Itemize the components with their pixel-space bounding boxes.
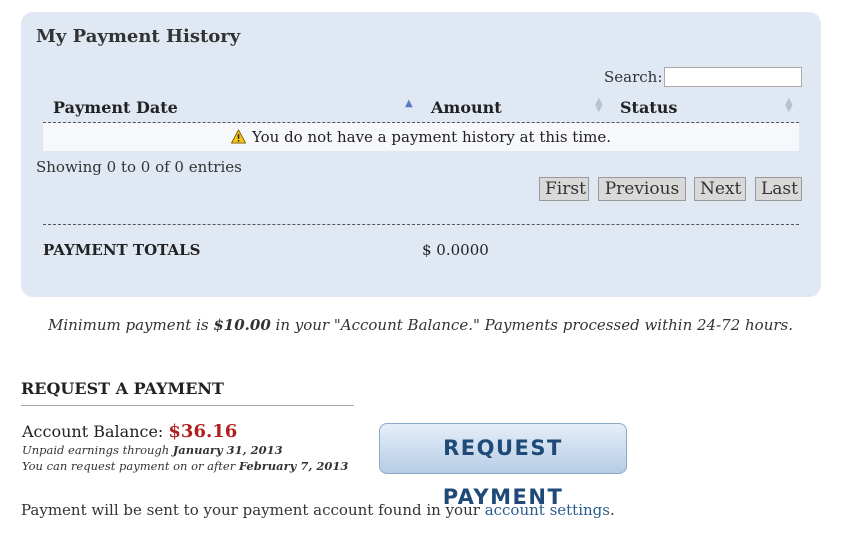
empty-message: You do not have a payment history at thi…	[252, 128, 611, 146]
request-heading-divider	[21, 405, 354, 406]
column-header-payment-date[interactable]: Payment Date	[53, 98, 178, 117]
unpaid-earnings-note: Unpaid earnings through January 31, 2013	[22, 443, 283, 457]
sort-ascending-icon[interactable]: ▲	[405, 98, 413, 109]
request-eligibility-date: February 7, 2013	[238, 459, 349, 473]
search-input[interactable]	[664, 67, 802, 87]
search-label: Search:	[604, 68, 663, 86]
next-page-button[interactable]: Next	[694, 177, 746, 201]
column-header-status[interactable]: Status	[620, 98, 677, 117]
unpaid-earnings-prefix: Unpaid earnings through	[22, 443, 173, 457]
request-eligibility-note: You can request payment on or after Febr…	[22, 459, 348, 473]
payment-history-panel: My Payment History Search: Payment Date …	[21, 12, 821, 297]
account-balance-value: $36.16	[168, 421, 238, 442]
payment-totals-label: PAYMENT TOTALS	[43, 241, 201, 259]
unpaid-earnings-date: January 31, 2013	[172, 443, 283, 457]
minimum-payment-notice: Minimum payment is $10.00 in your "Accou…	[0, 316, 841, 334]
notice-text-after: in your "Account Balance." Payments proc…	[270, 316, 793, 334]
request-payment-heading: REQUEST A PAYMENT	[21, 379, 224, 398]
warning-icon	[231, 129, 247, 144]
last-page-button[interactable]: Last	[755, 177, 802, 201]
previous-page-button[interactable]: Previous	[598, 177, 686, 201]
first-page-button[interactable]: First	[539, 177, 589, 201]
column-header-amount[interactable]: Amount	[431, 98, 502, 117]
payment-history-title: My Payment History	[36, 26, 241, 47]
footer-text: Payment will be sent to your payment acc…	[21, 501, 485, 519]
sort-both-icon[interactable]: ▲ ▼	[595, 97, 603, 114]
empty-table-row: You do not have a payment history at thi…	[43, 123, 799, 151]
sort-both-icon[interactable]: ▲ ▼	[785, 97, 793, 114]
account-balance: Account Balance: $36.16	[22, 421, 237, 442]
account-settings-link[interactable]: account settings	[485, 501, 610, 519]
account-balance-label: Account Balance:	[22, 422, 169, 441]
totals-divider	[43, 224, 799, 225]
notice-text-before: Minimum payment is	[48, 316, 214, 334]
request-eligibility-prefix: You can request payment on or after	[22, 459, 239, 473]
request-payment-button[interactable]: REQUEST PAYMENT	[379, 423, 627, 509]
footer-note: Payment will be sent to your payment acc…	[21, 501, 615, 519]
minimum-payment-amount: $10.00	[213, 316, 271, 334]
table-info: Showing 0 to 0 of 0 entries	[36, 158, 242, 176]
footer-end: .	[609, 501, 615, 519]
payment-totals-value: $ 0.0000	[422, 241, 489, 259]
